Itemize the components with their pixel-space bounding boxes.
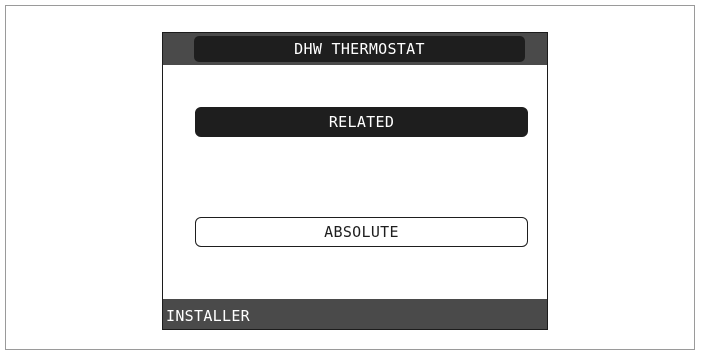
- header-bar: DHW THERMOSTAT: [163, 33, 547, 65]
- option-absolute-button[interactable]: ABSOLUTE: [195, 217, 528, 247]
- option-related-button[interactable]: RELATED: [195, 107, 528, 137]
- thermostat-display: DHW THERMOSTAT RELATED ABSOLUTE INSTALLE…: [162, 32, 548, 330]
- outer-frame: DHW THERMOSTAT RELATED ABSOLUTE INSTALLE…: [5, 5, 695, 350]
- installer-footer[interactable]: INSTALLER: [163, 299, 547, 329]
- screen-title: DHW THERMOSTAT: [194, 36, 525, 62]
